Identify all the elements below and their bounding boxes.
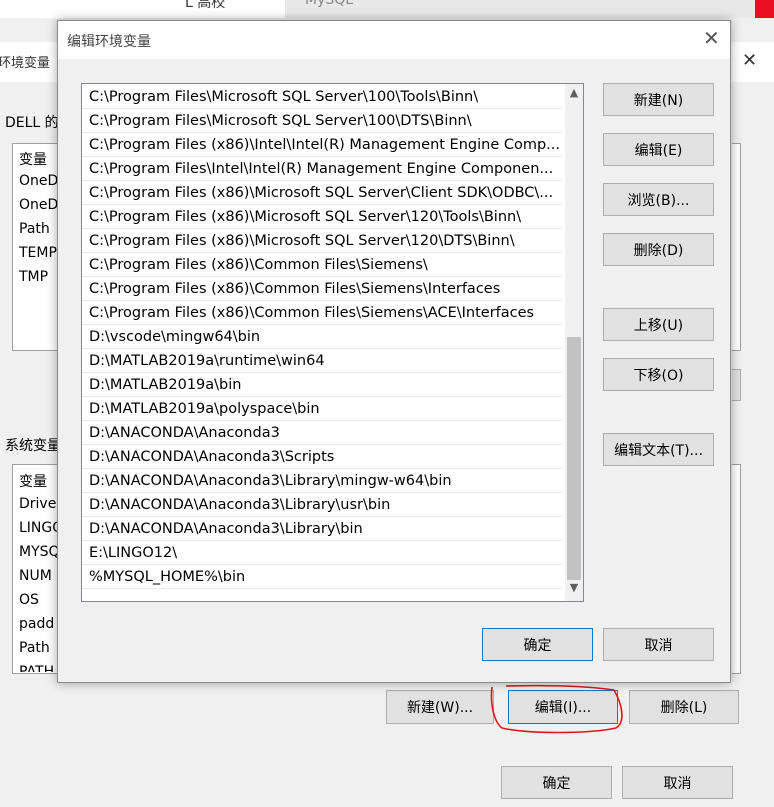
path-list-item[interactable]: D:\MATLAB2019a\polyspace\bin	[82, 397, 562, 421]
path-list-item[interactable]: D:\ANACONDA\Anaconda3\Library\usr\bin	[82, 493, 562, 517]
list-item[interactable]: PATH	[19, 664, 54, 672]
path-list-item[interactable]: D:\MATLAB2019a\runtime\win64	[82, 349, 562, 373]
path-list-item[interactable]: C:\Program Files\Intel\Intel(R) Manageme…	[82, 157, 562, 181]
close-icon[interactable]: ✕	[742, 50, 757, 71]
chevron-up-icon[interactable]: ▲	[565, 86, 583, 104]
list-item[interactable]: OneD	[19, 173, 58, 189]
edit-button[interactable]: 编辑(E)	[603, 133, 714, 166]
path-list-item[interactable]: C:\Program Files\Microsoft SQL Server\10…	[82, 85, 562, 109]
list-item[interactable]: Path	[19, 221, 50, 237]
path-list-item[interactable]: E:\LINGO12\	[82, 541, 562, 565]
path-list-item[interactable]: C:\Program Files (x86)\Microsoft SQL Ser…	[82, 205, 562, 229]
close-icon[interactable]: ✕	[703, 26, 720, 50]
move-up-button[interactable]: 上移(U)	[603, 308, 714, 341]
column-header[interactable]: 变量	[19, 471, 47, 491]
browser-tab-label: MySQL	[305, 0, 354, 8]
path-list-item[interactable]: %MYSQL_HOME%\bin	[82, 565, 562, 589]
list-item[interactable]: Drive	[19, 496, 56, 512]
list-item[interactable]: OS	[19, 592, 39, 608]
system-variables-label: 系统变量	[5, 438, 61, 454]
cancel-button[interactable]: 取消	[603, 628, 714, 661]
list-item[interactable]: OneD	[19, 197, 58, 213]
delete-button[interactable]: 删除(D)	[603, 233, 714, 266]
list-item[interactable]: padd	[19, 616, 54, 632]
chevron-down-icon[interactable]: ▼	[565, 581, 583, 599]
column-header[interactable]: 变量	[19, 149, 47, 169]
background-new-button[interactable]: 新建(W)...	[386, 690, 494, 724]
path-list-item[interactable]: C:\Program Files (x86)\Microsoft SQL Ser…	[82, 229, 562, 253]
path-list-item[interactable]: D:\ANACONDA\Anaconda3\Library\bin	[82, 517, 562, 541]
edit-environment-variable-dialog: 编辑环境变量 ✕ C:\Program Files\Microsoft SQL …	[57, 20, 731, 683]
path-list-item[interactable]: D:\ANACONDA\Anaconda3\Library\mingw-w64\…	[82, 469, 562, 493]
path-list-item[interactable]: C:\Program Files\Microsoft SQL Server\10…	[82, 109, 562, 133]
background-ok-button[interactable]: 确定	[501, 766, 612, 799]
background-delete-button[interactable]: 删除(L)	[629, 690, 739, 724]
path-list-item[interactable]: D:\vscode\mingw64\bin	[82, 325, 562, 349]
path-list-item[interactable]: C:\Program Files (x86)\Microsoft SQL Ser…	[82, 181, 562, 205]
background-cancel-button[interactable]: 取消	[622, 766, 733, 799]
list-item[interactable]: TMP	[19, 269, 48, 285]
path-list-item[interactable]: C:\Program Files (x86)\Common Files\Siem…	[82, 277, 562, 301]
path-list[interactable]: C:\Program Files\Microsoft SQL Server\10…	[81, 83, 584, 602]
vertical-scrollbar[interactable]: ▲ ▼	[565, 84, 583, 601]
path-list-item[interactable]: D:\ANACONDA\Anaconda3	[82, 421, 562, 445]
annotation-circle	[490, 684, 623, 734]
list-item[interactable]: MYSQ	[19, 544, 60, 560]
scrollbar-thumb[interactable]	[567, 337, 581, 580]
path-list-item[interactable]: D:\ANACONDA\Anaconda3\Scripts	[82, 445, 562, 469]
browser-close-button[interactable]	[755, 0, 774, 18]
path-list-item[interactable]: C:\Program Files (x86)\Intel\Intel(R) Ma…	[82, 133, 562, 157]
path-list-item[interactable]: D:\MATLAB2019a\bin	[82, 373, 562, 397]
window-title: 环境变量	[0, 56, 51, 71]
path-list-item[interactable]: C:\Program Files (x86)\Common Files\Siem…	[82, 253, 562, 277]
new-button[interactable]: 新建(N)	[603, 83, 714, 116]
move-down-button[interactable]: 下移(O)	[603, 358, 714, 391]
background-button-edge	[732, 369, 741, 401]
system-variables-list-edge	[732, 464, 741, 674]
dialog-titlebar: 编辑环境变量 ✕	[58, 21, 730, 59]
edit-text-button[interactable]: 编辑文本(T)...	[603, 433, 714, 466]
path-list-item[interactable]: C:\Program Files (x86)\Common Files\Siem…	[82, 301, 562, 325]
browse-button[interactable]: 浏览(B)...	[603, 183, 714, 216]
user-variables-label: DELL 的	[5, 115, 59, 131]
browser-tab[interactable]: MySQL	[285, 0, 755, 18]
list-item[interactable]: TEMP	[19, 245, 57, 261]
list-item[interactable]: Path	[19, 640, 50, 656]
ok-button[interactable]: 确定	[482, 628, 593, 661]
list-item[interactable]: NUM	[19, 568, 52, 584]
dialog-title: 编辑环境变量	[67, 34, 151, 50]
user-variables-list-edge	[732, 143, 741, 351]
browser-tab-label: L 高校	[185, 0, 226, 11]
browser-tab[interactable]: L 高校	[185, 0, 286, 18]
